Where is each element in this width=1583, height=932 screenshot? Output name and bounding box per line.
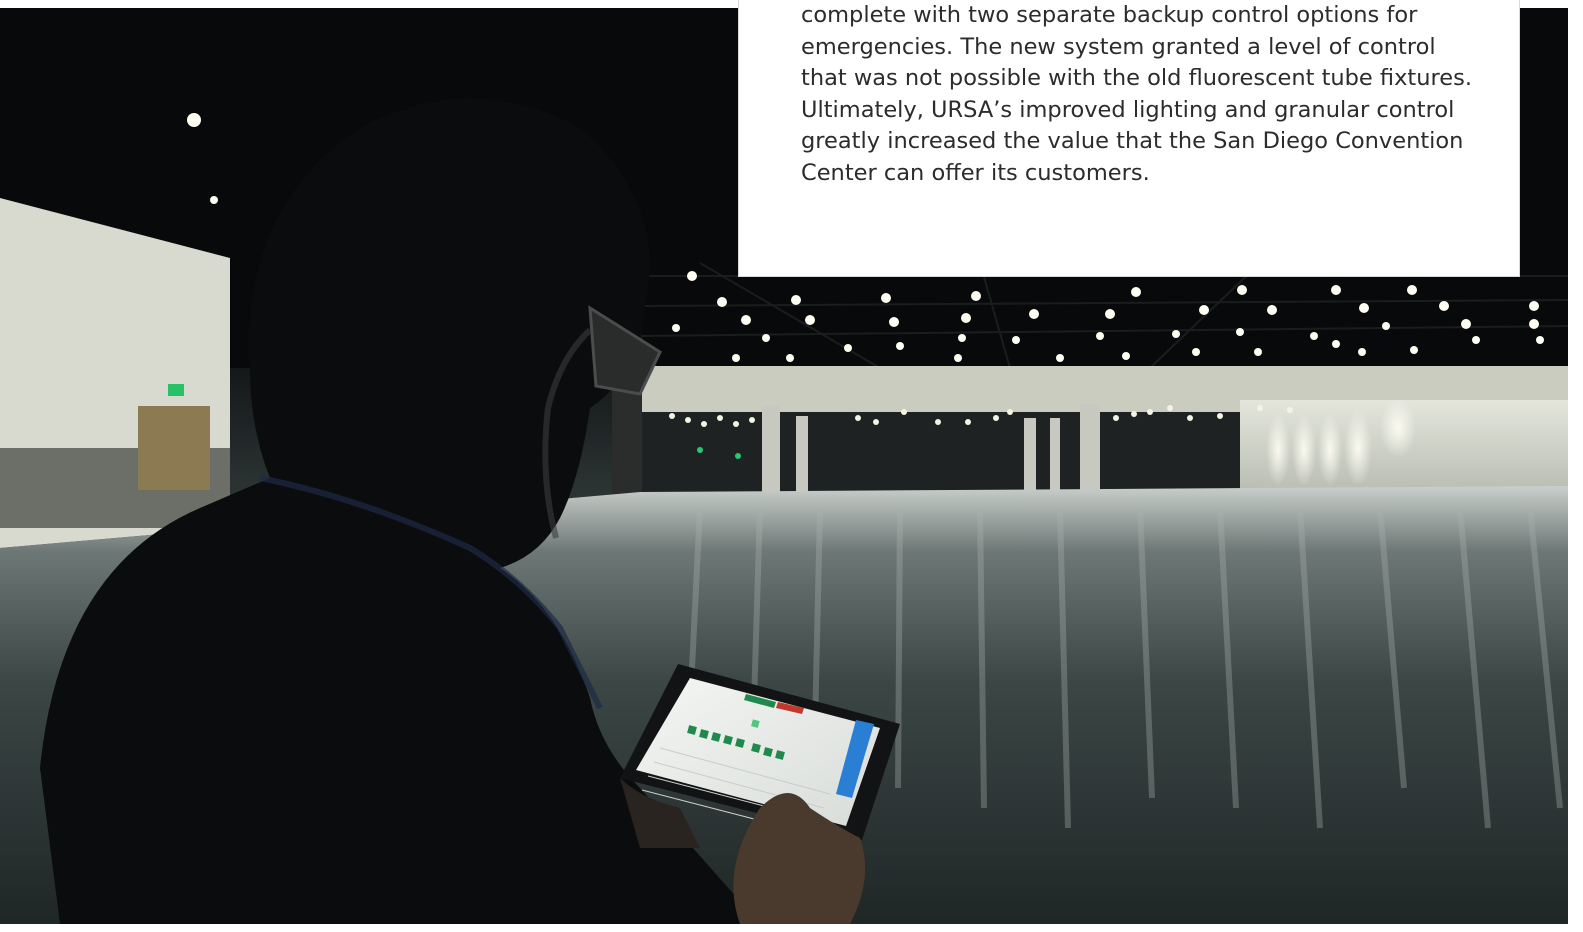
article-paragraph: complete with two separate backup contro… bbox=[801, 2, 1472, 186]
page: complete with two separate backup contro… bbox=[0, 0, 1583, 932]
left-door bbox=[138, 406, 210, 490]
article-text-card: complete with two separate backup contro… bbox=[738, 0, 1520, 277]
exit-sign bbox=[168, 384, 184, 396]
